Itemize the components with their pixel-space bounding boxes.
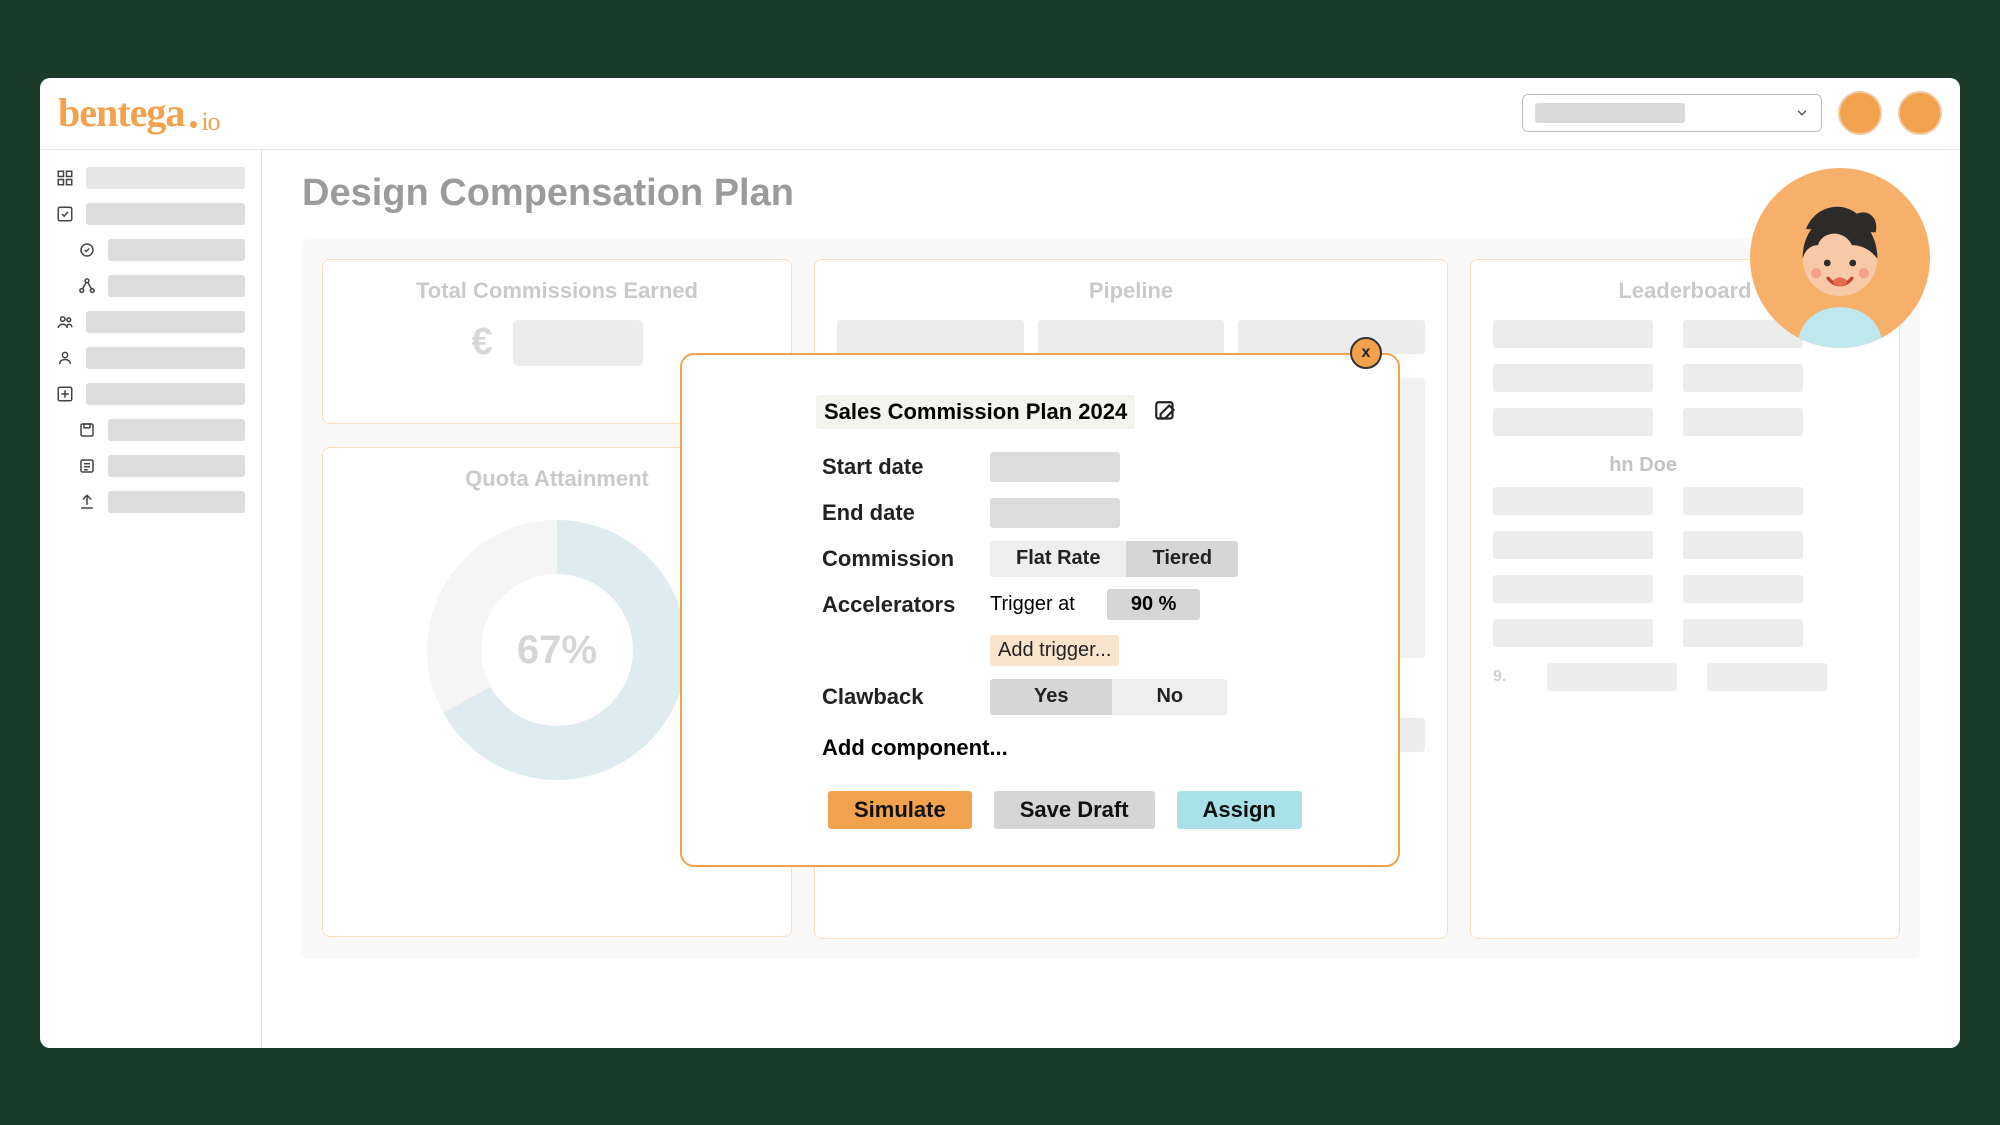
badge-icon (78, 241, 96, 259)
start-date-label: Start date (822, 454, 972, 480)
clawback-toggle: Yes No (990, 679, 1227, 715)
upload-icon (78, 493, 96, 511)
simulate-button[interactable]: Simulate (828, 791, 972, 829)
page-title: Design Compensation Plan (302, 172, 1920, 215)
logo-suffix: io (201, 107, 219, 137)
sidebar-label (108, 455, 245, 477)
plan-editor-modal: x Sales Commission Plan 2024 Start date … (680, 353, 1400, 867)
pipeline-stat (837, 320, 1024, 354)
add-component-button[interactable]: Add component... (822, 735, 1344, 761)
sidebar-label (108, 491, 245, 513)
team-icon (56, 313, 74, 331)
logo-text: bentega (58, 89, 184, 136)
start-date-input[interactable] (990, 452, 1120, 482)
pipeline-stat (1038, 320, 1225, 354)
trigger-at-label: Trigger at (990, 593, 1089, 616)
sidebar-item-3[interactable] (50, 232, 251, 268)
currency-symbol: € (471, 321, 492, 364)
commission-label: Commission (822, 546, 972, 572)
list-icon (78, 457, 96, 475)
sidebar-item-4[interactable] (50, 268, 251, 304)
checkbox-icon (56, 205, 74, 223)
dashboard-icon (56, 169, 74, 187)
chevron-down-icon (1795, 106, 1809, 120)
sidebar-label (86, 347, 245, 369)
add-trigger-button[interactable]: Add trigger... (990, 635, 1119, 666)
sidebar-item-6[interactable] (50, 340, 251, 376)
avatar-illustration-icon (1755, 178, 1925, 348)
sidebar (40, 150, 262, 1048)
workspace-placeholder (1535, 103, 1685, 123)
sidebar-label (108, 275, 245, 297)
assign-button[interactable]: Assign (1177, 791, 1302, 829)
quota-percent: 67% (427, 520, 687, 780)
edit-icon[interactable] (1153, 399, 1179, 425)
sidebar-item-8[interactable] (50, 412, 251, 448)
sidebar-item-5[interactable] (50, 304, 251, 340)
grid-add-icon (56, 385, 74, 403)
logo: bentega io (58, 89, 220, 138)
commission-tiered-button[interactable]: Tiered (1126, 541, 1238, 577)
nodes-icon (78, 277, 96, 295)
person-icon (56, 349, 74, 367)
sidebar-item-10[interactable] (50, 484, 251, 520)
accelerators-label: Accelerators (822, 592, 972, 618)
clawback-label: Clawback (822, 684, 972, 710)
sidebar-label (86, 203, 245, 225)
logo-dot-icon (190, 121, 197, 128)
header: bentega io (40, 78, 1960, 150)
sidebar-item-2[interactable] (50, 196, 251, 232)
leaderboard-name: hn Doe (1499, 454, 1877, 477)
sidebar-label (86, 383, 245, 405)
header-avatar-2[interactable] (1898, 91, 1942, 135)
header-avatar-1[interactable] (1838, 91, 1882, 135)
sidebar-label (86, 167, 245, 189)
assistant-avatar[interactable] (1750, 168, 1930, 348)
clawback-no-button[interactable]: No (1112, 679, 1227, 715)
sidebar-item-7[interactable] (50, 376, 251, 412)
leaderboard-rank-9: 9. (1493, 668, 1517, 686)
trigger-value[interactable]: 90 % (1107, 589, 1201, 620)
close-icon-label: x (1362, 344, 1371, 362)
commission-flat-button[interactable]: Flat Rate (990, 541, 1126, 577)
sidebar-label (86, 311, 245, 333)
quota-donut-chart: 67% (427, 520, 687, 780)
sidebar-item-dashboard[interactable] (50, 160, 251, 196)
sidebar-label (108, 239, 245, 261)
sidebar-item-9[interactable] (50, 448, 251, 484)
app-frame: bentega io (40, 78, 1960, 1048)
sidebar-label (108, 419, 245, 441)
end-date-input[interactable] (990, 498, 1120, 528)
card-commissions-title: Total Commissions Earned (345, 278, 769, 304)
modal-close-button[interactable]: x (1350, 337, 1382, 369)
workspace-select[interactable] (1522, 94, 1822, 132)
modal-title: Sales Commission Plan 2024 (816, 395, 1135, 429)
clawback-yes-button[interactable]: Yes (990, 679, 1112, 715)
commission-type-toggle: Flat Rate Tiered (990, 541, 1238, 577)
save-icon (78, 421, 96, 439)
commissions-value-placeholder (513, 320, 643, 366)
pipeline-stat (1238, 320, 1425, 354)
card-pipeline-title: Pipeline (837, 278, 1425, 304)
card-leaderboard: Leaderboard hn Doe 9. (1470, 259, 1900, 939)
end-date-label: End date (822, 500, 972, 526)
save-draft-button[interactable]: Save Draft (994, 791, 1155, 829)
